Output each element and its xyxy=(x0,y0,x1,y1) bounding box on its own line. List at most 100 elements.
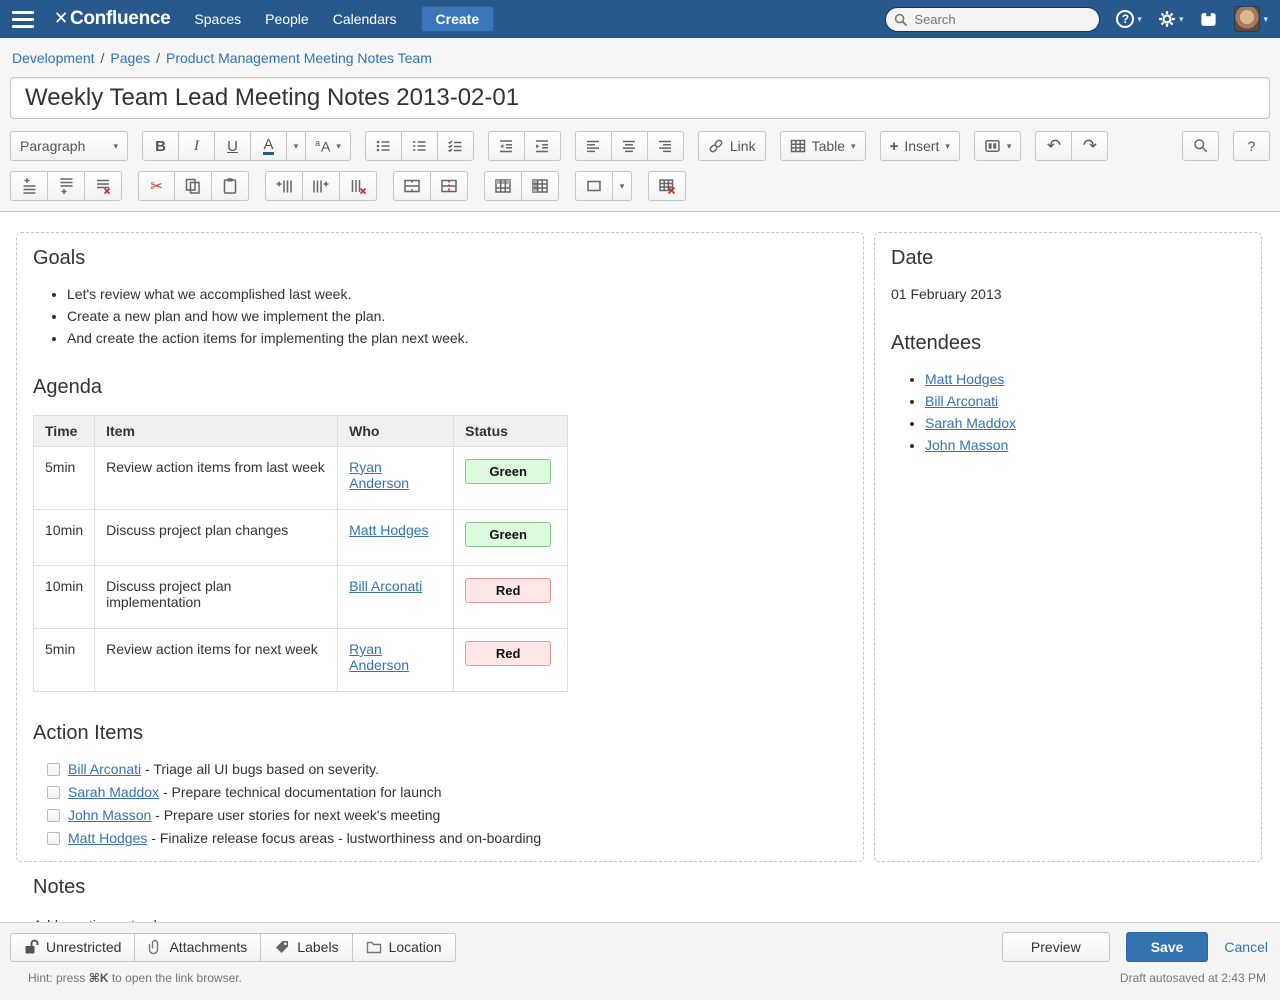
list-item: John Masson xyxy=(925,437,1245,453)
breadcrumb-separator: / xyxy=(156,50,160,66)
bullet-list-button[interactable] xyxy=(365,131,402,161)
align-left-button[interactable] xyxy=(575,131,612,161)
page-tools-group: Unrestricted Attachments Labels Loca xyxy=(10,933,456,962)
user-link[interactable]: Matt Hodges xyxy=(925,371,1004,387)
insert-row-below-button[interactable] xyxy=(47,171,85,201)
agenda-item: Discuss project plan changes xyxy=(95,510,338,566)
notifications-button[interactable] xyxy=(1199,11,1218,28)
indent-button[interactable] xyxy=(524,131,561,161)
find-replace-button[interactable] xyxy=(1182,131,1219,161)
user-link[interactable]: Ryan Anderson xyxy=(349,459,409,491)
agenda-table[interactable]: Time Item Who Status 5min Review action … xyxy=(33,415,568,692)
breadcrumb-space[interactable]: Product Management Meeting Notes Team xyxy=(166,50,432,66)
task-list-button[interactable] xyxy=(437,131,474,161)
list-item: Sarah Maddox xyxy=(925,415,1245,431)
restrictions-button[interactable]: Unrestricted xyxy=(10,933,135,962)
outdent-button[interactable] xyxy=(488,131,525,161)
cell-options-dropdown[interactable]: ▾ xyxy=(612,171,632,201)
split-cells-icon xyxy=(440,177,458,195)
goals-list: Let's review what we accomplished last w… xyxy=(33,286,847,346)
table-button[interactable]: Table ▾ xyxy=(780,131,866,161)
delete-column-button[interactable] xyxy=(339,171,377,201)
insert-button[interactable]: + Insert ▾ xyxy=(880,131,960,161)
workbox-tray-icon xyxy=(1199,11,1218,28)
text-color-button[interactable]: A xyxy=(250,131,287,161)
user-link[interactable]: Bill Arconati xyxy=(349,578,422,594)
insert-row-above-icon xyxy=(20,177,38,195)
confluence-logo-icon: ✕ xyxy=(54,9,68,30)
confluence-logo[interactable]: ✕ Confluence xyxy=(54,8,170,30)
copy-row-button[interactable] xyxy=(174,171,212,201)
page-layout-button[interactable]: ▾ xyxy=(974,131,1022,161)
cancel-link[interactable]: Cancel xyxy=(1224,939,1268,955)
task-checkbox[interactable] xyxy=(47,786,60,799)
status-badge[interactable]: Green xyxy=(465,522,551,547)
delete-row-button[interactable] xyxy=(84,171,122,201)
redo-button[interactable]: ↷ xyxy=(1071,131,1108,161)
heading-column-button[interactable] xyxy=(521,171,559,201)
help-menu-button[interactable]: ? ▾ xyxy=(1116,10,1142,28)
action-item-text: - Finalize release focus areas - lustwor… xyxy=(147,830,541,846)
user-link[interactable]: Bill Arconati xyxy=(925,393,998,409)
settings-menu-button[interactable]: ▾ xyxy=(1158,10,1184,28)
user-link[interactable]: Matt Hodges xyxy=(68,830,147,846)
nav-item-spaces[interactable]: Spaces xyxy=(194,11,241,27)
location-button[interactable]: Location xyxy=(352,933,456,962)
paragraph-style-select[interactable]: Paragraph ▾ xyxy=(10,131,128,161)
heading-row-button[interactable] xyxy=(484,171,522,201)
nav-item-calendars[interactable]: Calendars xyxy=(333,11,397,27)
agenda-col-status: Status xyxy=(454,416,568,447)
undo-button[interactable]: ↶ xyxy=(1035,131,1072,161)
cut-row-button[interactable]: ✂ xyxy=(138,171,175,201)
link-button[interactable]: Link xyxy=(698,131,766,161)
layout-section-main[interactable]: Goals Let's review what we accomplished … xyxy=(16,232,864,862)
menu-icon[interactable] xyxy=(12,11,34,28)
status-badge[interactable]: Red xyxy=(465,578,551,603)
create-button[interactable]: Create xyxy=(421,6,495,32)
user-link[interactable]: Sarah Maddox xyxy=(925,415,1016,431)
user-link[interactable]: John Masson xyxy=(68,807,151,823)
align-center-button[interactable] xyxy=(611,131,648,161)
merge-cells-button[interactable] xyxy=(393,171,431,201)
labels-button[interactable]: Labels xyxy=(260,933,352,962)
insert-column-before-button[interactable] xyxy=(265,171,303,201)
status-badge[interactable]: Red xyxy=(465,641,551,666)
nav-item-people[interactable]: People xyxy=(265,11,309,27)
text-format-button[interactable]: aA ▾ xyxy=(305,131,351,161)
user-menu-button[interactable]: ▾ xyxy=(1234,6,1268,32)
insert-row-above-button[interactable] xyxy=(10,171,48,201)
hint-text: Hint: press ⌘K to open the link browser. xyxy=(28,971,242,985)
numbered-list-button[interactable] xyxy=(401,131,438,161)
user-link[interactable]: Sarah Maddox xyxy=(68,784,159,800)
user-link[interactable]: John Masson xyxy=(925,437,1008,453)
user-link[interactable]: Ryan Anderson xyxy=(349,641,409,673)
layout-section-sidebar[interactable]: Date 01 February 2013 Attendees Matt Hod… xyxy=(874,232,1262,862)
split-cells-button[interactable] xyxy=(430,171,468,201)
page-title-input[interactable] xyxy=(10,77,1270,119)
user-link[interactable]: Bill Arconati xyxy=(68,761,141,777)
user-link[interactable]: Matt Hodges xyxy=(349,522,428,538)
paste-row-button[interactable] xyxy=(211,171,249,201)
text-color-dropdown[interactable]: ▾ xyxy=(286,131,306,161)
insert-column-after-button[interactable] xyxy=(302,171,340,201)
preview-button[interactable]: Preview xyxy=(1002,932,1110,962)
task-checkbox[interactable] xyxy=(47,832,60,845)
editor-help-button[interactable]: ? xyxy=(1233,131,1270,161)
cell-options-button[interactable] xyxy=(575,171,613,201)
agenda-time: 5min xyxy=(34,629,95,692)
attachments-button[interactable]: Attachments xyxy=(134,933,261,962)
action-items-heading: Action Items xyxy=(33,722,847,745)
align-right-button[interactable] xyxy=(647,131,684,161)
delete-table-button[interactable] xyxy=(648,171,686,201)
chevron-down-icon: ▾ xyxy=(1007,142,1012,151)
breadcrumb-pages[interactable]: Pages xyxy=(110,50,150,66)
status-badge[interactable]: Green xyxy=(465,459,551,484)
bold-button[interactable]: B xyxy=(142,131,179,161)
search-input[interactable] xyxy=(885,7,1100,32)
task-checkbox[interactable] xyxy=(47,809,60,822)
italic-button[interactable]: I xyxy=(178,131,215,161)
task-checkbox[interactable] xyxy=(47,763,60,776)
underline-button[interactable]: U xyxy=(214,131,251,161)
save-button[interactable]: Save xyxy=(1126,932,1209,962)
breadcrumb-development[interactable]: Development xyxy=(12,50,95,66)
